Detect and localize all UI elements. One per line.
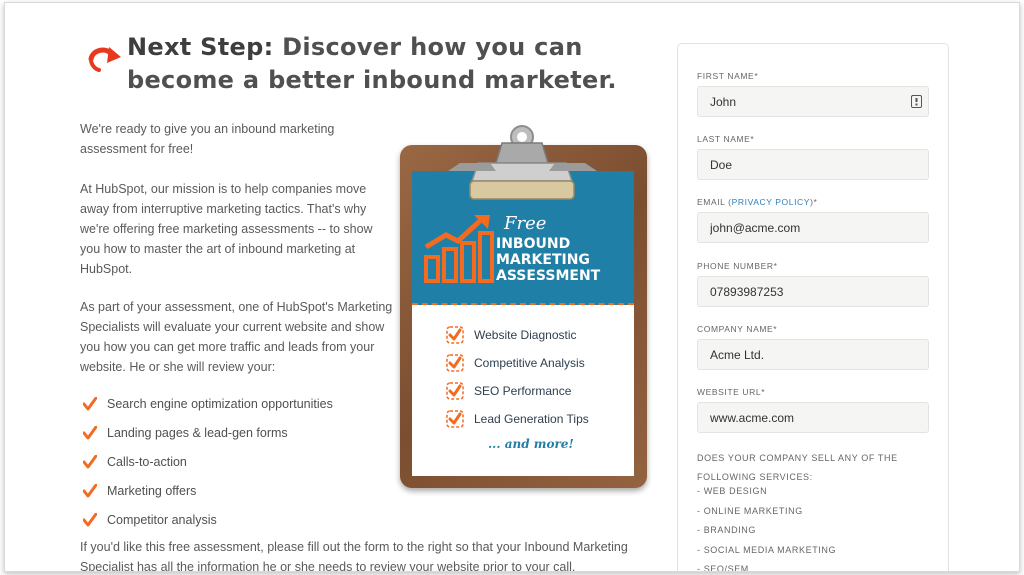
checkbox-check-icon xyxy=(446,410,464,428)
email-label-prefix: EMAIL ( xyxy=(697,197,732,207)
list-item: Marketing offers xyxy=(83,476,333,505)
list-item: - ONLINE MARKETING xyxy=(697,505,803,516)
list-item: Website Diagnostic xyxy=(446,321,589,349)
list-item-label: Website Diagnostic xyxy=(474,328,577,342)
list-item-label: Calls-to-action xyxy=(107,454,187,469)
assessment-items: Website Diagnostic Competitive Analysis … xyxy=(446,321,589,433)
last-name-label: LAST NAME* xyxy=(697,134,755,144)
last-name-field[interactable] xyxy=(697,149,929,180)
list-item: - SOCIAL MEDIA MARKETING xyxy=(697,544,837,555)
website-label: WEBSITE URL* xyxy=(697,387,766,397)
list-item: - SEO/SEM xyxy=(697,564,749,572)
check-icon xyxy=(83,396,97,410)
check-icon xyxy=(83,425,97,439)
company-field[interactable] xyxy=(697,339,929,370)
assessment-title: INBOUND MARKETING ASSESSMENT xyxy=(496,236,601,284)
mission-paragraph: At HubSpot, our mission is to help compa… xyxy=(80,182,373,276)
company-label: COMPANY NAME* xyxy=(697,324,778,334)
list-item-label: Marketing offers xyxy=(107,483,197,498)
check-icon xyxy=(83,454,97,468)
list-item: SEO Performance xyxy=(446,377,589,405)
list-item-label: Lead Generation Tips xyxy=(474,412,589,426)
phone-field[interactable] xyxy=(697,276,929,307)
clipboard-clip-icon xyxy=(448,125,597,200)
checkbox-check-icon xyxy=(446,354,464,372)
page-title: Next Step: Discover how you can become a… xyxy=(127,33,617,94)
email-field[interactable] xyxy=(697,212,929,243)
email-label-suffix: )* xyxy=(810,197,818,207)
list-item-label: SEO Performance xyxy=(474,384,572,398)
list-item: Competitive Analysis xyxy=(446,349,589,377)
check-icon xyxy=(83,483,97,497)
list-item-label: Competitive Analysis xyxy=(474,356,585,370)
first-name-field[interactable] xyxy=(697,86,929,117)
check-icon xyxy=(83,512,97,526)
assessment-paragraph: As part of your assessment, one of HubSp… xyxy=(80,300,393,374)
privacy-policy-link[interactable]: PRIVACY POLICY xyxy=(732,197,810,207)
list-item-label: Competitor analysis xyxy=(107,512,217,527)
services-list: - WEB DESIGN - ONLINE MARKETING - BRANDI… xyxy=(697,486,837,572)
list-item: Search engine optimization opportunities xyxy=(83,389,333,418)
checkbox-check-icon xyxy=(446,382,464,400)
list-item-label: Landing pages & lead-gen forms xyxy=(107,425,288,440)
list-item: - WEB DESIGN xyxy=(697,486,768,496)
closing-paragraph: If you'd like this free assessment, plea… xyxy=(80,540,628,572)
website-field[interactable] xyxy=(697,402,929,433)
and-more-label: ... and more! xyxy=(488,437,574,451)
phone-label: PHONE NUMBER* xyxy=(697,261,778,271)
first-name-label: FIRST NAME* xyxy=(697,71,759,81)
list-item: Calls-to-action xyxy=(83,447,333,476)
curved-arrow-icon xyxy=(88,47,121,72)
services-question: DOES YOUR COMPANY SELL ANY OF THE FOLLOW… xyxy=(697,453,898,482)
contact-card-icon[interactable] xyxy=(911,95,922,108)
intro-paragraph: We're ready to give you an inbound marke… xyxy=(80,122,335,156)
list-item: - BRANDING xyxy=(697,525,757,535)
clipboard-paper: Free INBOUND MARKETING ASSESSMENT Websit… xyxy=(412,171,634,476)
page-frame: Next Step: Discover how you can become a… xyxy=(4,2,1020,572)
list-item: Lead Generation Tips xyxy=(446,405,589,433)
free-label: Free xyxy=(504,213,547,234)
list-item: Landing pages & lead-gen forms xyxy=(83,418,333,447)
email-label: EMAIL (PRIVACY POLICY)* xyxy=(697,197,817,207)
review-checklist: Search engine optimization opportunities… xyxy=(83,389,333,534)
list-item: Competitor analysis xyxy=(83,505,333,534)
checkbox-check-icon xyxy=(446,326,464,344)
growth-chart-icon xyxy=(424,215,494,283)
list-item-label: Search engine optimization opportunities xyxy=(107,396,333,411)
